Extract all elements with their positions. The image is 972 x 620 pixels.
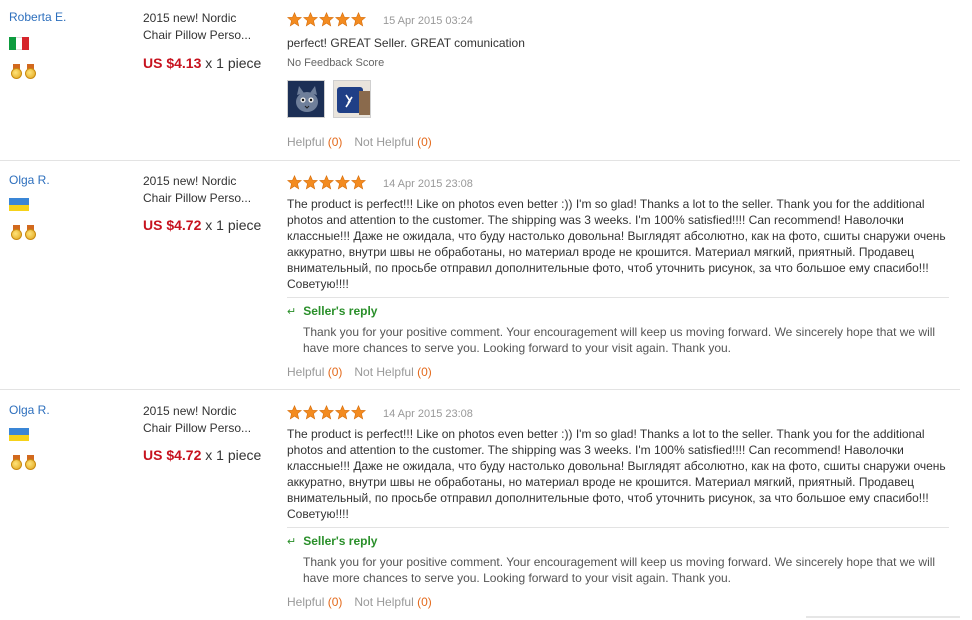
review-item: Roberta E. 2015 new! Nordic Chair Pillow… [0,0,960,161]
seller-reply-label: Seller's reply [303,304,378,318]
helpful-label: Helpful [287,135,325,149]
buyer-name-link[interactable]: Roberta E. [9,10,66,24]
medal-icon [25,455,36,470]
order-info: US $4.72 x 1 piece [143,217,261,233]
not-helpful-button[interactable]: Not Helpful (0) [354,595,431,609]
review-date: 14 Apr 2015 23:08 [383,178,473,190]
order-info: US $4.72 x 1 piece [143,447,261,463]
seller-reply-title: ↵ Seller's reply [287,534,377,548]
buyer-level-medals [11,64,36,79]
star-icon [319,405,334,420]
reply-divider [287,297,949,298]
star-rating [287,405,366,420]
star-icon [303,405,318,420]
medal-icon [11,64,22,79]
reply-arrow-icon: ↵ [287,306,297,318]
not-helpful-count: (0) [417,595,432,609]
review-photo-thumbnail[interactable] [287,80,325,118]
review-comment: perfect! GREAT Seller. GREAT comunicatio… [287,36,525,50]
not-helpful-button[interactable]: Not Helpful (0) [354,365,431,379]
star-rating [287,12,366,27]
product-title: 2015 new! Nordic Chair Pillow Perso... [143,404,252,435]
review-date: 15 Apr 2015 03:24 [383,15,473,27]
quantity: x 1 piece [205,55,262,71]
buyer-name-link[interactable]: Olga R. [9,403,50,417]
product-title: 2015 new! Nordic Chair Pillow Perso... [143,174,252,205]
not-helpful-label: Not Helpful [354,365,414,379]
not-helpful-count: (0) [417,365,432,379]
star-icon [351,405,366,420]
helpful-button[interactable]: Helpful (0) [287,365,342,379]
medal-icon [25,225,36,240]
reply-arrow-icon: ↵ [287,536,297,548]
star-icon [351,12,366,27]
helpful-count: (0) [327,595,343,609]
helpful-label: Helpful [287,595,325,609]
helpful-votes: Helpful (0) Not Helpful (0) [287,595,432,609]
star-icon [303,175,318,190]
italy-flag-icon [9,37,30,50]
seller-reply-text: Thank you for your positive comment. You… [303,325,936,355]
review-photo-thumbnail[interactable] [333,80,371,118]
seller-reply-title: ↵ Seller's reply [287,304,377,318]
review-date: 14 Apr 2015 23:08 [383,408,473,420]
product-title: 2015 new! Nordic Chair Pillow Perso... [143,11,252,42]
helpful-count: (0) [327,135,343,149]
reply-divider [287,527,949,528]
buyer-level-medals [11,455,36,470]
buyer-level-medals [11,225,36,240]
review-comment: The product is perfect!!! Like on photos… [287,197,946,291]
seller-reply-label: Seller's reply [303,534,378,548]
helpful-votes: Helpful (0) Not Helpful (0) [287,365,432,379]
quantity: x 1 piece [205,217,262,233]
ukraine-flag-icon [9,428,29,441]
price: US $4.13 [143,55,202,71]
helpful-button[interactable]: Helpful (0) [287,595,342,609]
star-icon [319,175,334,190]
not-helpful-button[interactable]: Not Helpful (0) [354,135,431,149]
medal-icon [25,64,36,79]
star-icon [303,12,318,27]
star-icon [351,175,366,190]
review-item: Olga R. 2015 new! Nordic Chair Pillow Pe… [0,161,960,390]
star-icon [287,405,302,420]
seller-reply-text: Thank you for your positive comment. You… [303,555,936,585]
review-item: Olga R. 2015 new! Nordic Chair Pillow Pe… [0,391,960,620]
feedback-score-note: No Feedback Score [287,57,385,69]
star-icon [335,12,350,27]
star-icon [335,405,350,420]
not-helpful-label: Not Helpful [354,135,414,149]
quantity: x 1 piece [205,447,262,463]
order-info: US $4.13 x 1 piece [143,55,261,71]
scroll-edge-divider [806,616,960,618]
not-helpful-count: (0) [417,135,432,149]
star-icon [287,12,302,27]
helpful-button[interactable]: Helpful (0) [287,135,342,149]
ukraine-flag-icon [9,198,29,211]
helpful-label: Helpful [287,365,325,379]
star-icon [319,12,334,27]
not-helpful-label: Not Helpful [354,595,414,609]
price: US $4.72 [143,217,202,233]
medal-icon [11,455,22,470]
helpful-votes: Helpful (0) Not Helpful (0) [287,135,432,149]
buyer-name-link[interactable]: Olga R. [9,173,50,187]
star-icon [335,175,350,190]
medal-icon [11,225,22,240]
helpful-count: (0) [327,365,343,379]
star-icon [287,175,302,190]
price: US $4.72 [143,447,202,463]
review-comment: The product is perfect!!! Like on photos… [287,427,946,521]
star-rating [287,175,366,190]
